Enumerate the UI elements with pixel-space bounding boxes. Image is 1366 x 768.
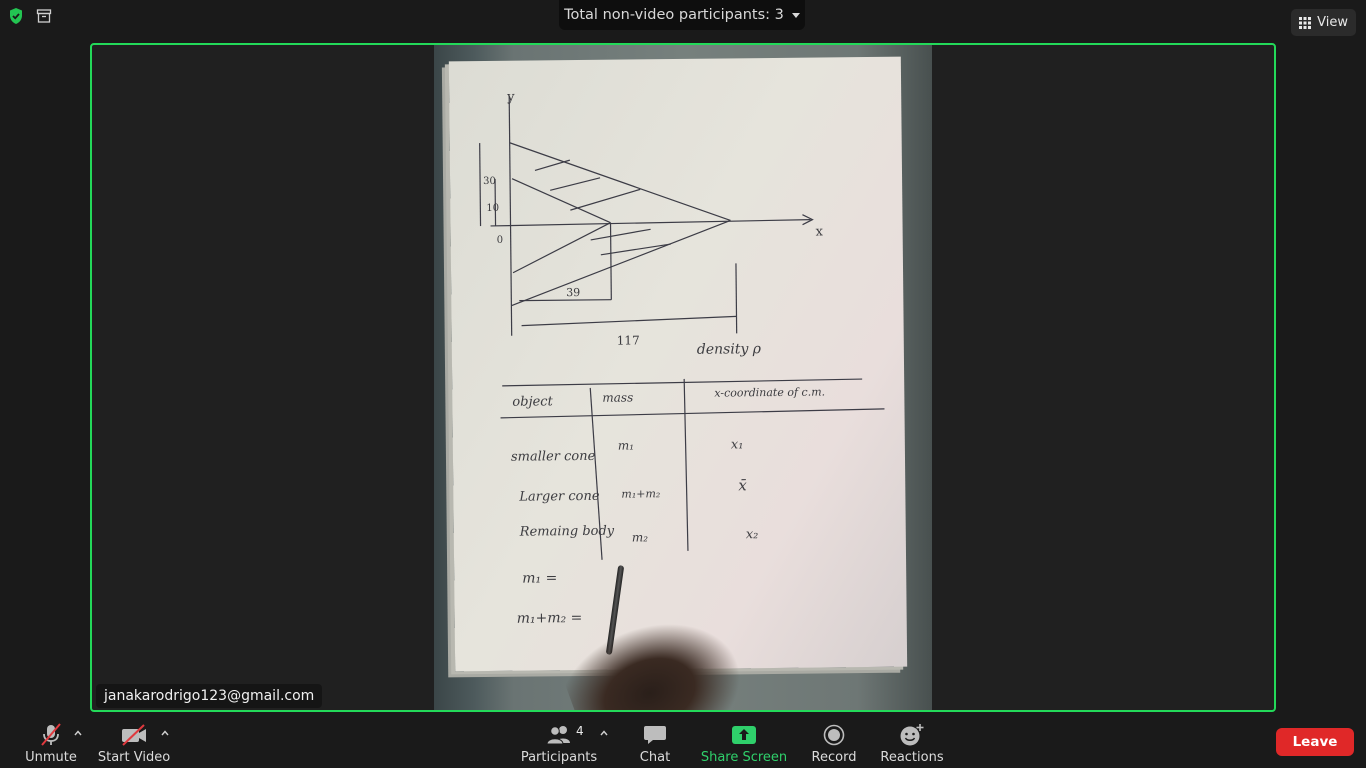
table-header-xcoord: x-coordinate of c.m. <box>714 385 825 399</box>
equation-2: m₁+m₂ = <box>517 610 583 627</box>
participants-icon: 4 <box>546 722 584 748</box>
participant-name-tag: janakarodrigo123@gmail.com <box>96 684 323 708</box>
sketch-density: density ρ <box>697 341 762 358</box>
non-video-participants-dropdown[interactable]: Total non-video participants: 3 <box>559 0 805 30</box>
video-off-icon <box>120 722 148 748</box>
table-header-object: object <box>512 394 553 409</box>
sketch-label-39: 39 <box>566 286 580 299</box>
chat-label: Chat <box>639 750 671 765</box>
table-row-2-object: Larger cone <box>518 489 600 505</box>
reactions-icon <box>899 722 925 748</box>
top-left-icons <box>6 6 54 26</box>
table-row-3-x: x₂ <box>746 527 759 542</box>
start-video-button[interactable]: Start Video <box>98 716 170 768</box>
table-row-1-mass: m₁ <box>618 438 634 452</box>
view-button[interactable]: View <box>1291 9 1356 36</box>
participants-banner-text: Total non-video participants: 3 <box>564 7 784 23</box>
share-screen-label: Share Screen <box>700 750 788 765</box>
video-options-chevron-icon[interactable] <box>160 728 170 738</box>
chat-icon <box>643 722 667 748</box>
participants-count: 4 <box>576 724 584 738</box>
sketch-label-117: 117 <box>617 333 640 347</box>
sketch-label-0: 0 <box>497 235 503 246</box>
record-button[interactable]: Record <box>810 716 858 768</box>
sketch-axis-x: x <box>816 224 824 239</box>
chat-button[interactable]: Chat <box>632 716 678 768</box>
share-screen-icon <box>731 722 757 748</box>
participants-chevron-icon[interactable] <box>599 728 609 738</box>
table-row-2-x: x̄ <box>738 476 747 494</box>
record-icon <box>823 722 845 748</box>
table-header-mass: mass <box>602 390 633 404</box>
archive-icon[interactable] <box>34 6 54 26</box>
muted-microphone-icon <box>38 722 64 748</box>
participants-button[interactable]: 4 Participants <box>521 716 597 768</box>
sketch-axis-y: y <box>506 90 515 105</box>
reactions-button[interactable]: Reactions <box>880 716 944 768</box>
equation-1: m₁ = <box>522 570 557 586</box>
reactions-label: Reactions <box>880 750 944 765</box>
start-video-label: Start Video <box>97 750 171 765</box>
table-row-3-mass: m₂ <box>632 530 649 544</box>
audio-options-chevron-icon[interactable] <box>73 728 83 738</box>
paper-sheet: y x 30 10 0 39 117 density ρ object mass… <box>448 56 908 672</box>
handwritten-sketch: y x 30 10 0 39 117 density ρ object mass… <box>479 90 885 627</box>
active-video-tile[interactable]: y x 30 10 0 39 117 density ρ object mass… <box>90 43 1276 712</box>
table-row-1-object: smaller cone <box>511 449 596 465</box>
sketch-label-10: 10 <box>486 203 499 214</box>
unmute-label: Unmute <box>25 750 77 765</box>
table-row-3-object: Remaing body <box>519 524 615 540</box>
camera-feed: y x 30 10 0 39 117 density ρ object mass… <box>434 45 932 710</box>
leave-button[interactable]: Leave <box>1276 728 1354 756</box>
sketch-label-30: 30 <box>483 176 496 187</box>
caret-down-icon <box>791 12 800 18</box>
share-screen-button[interactable]: Share Screen <box>700 716 788 768</box>
record-label: Record <box>811 750 857 765</box>
grid-icon <box>1299 16 1312 29</box>
shield-check-icon[interactable] <box>6 6 26 26</box>
participants-label: Participants <box>520 750 598 765</box>
table-row-2-mass: m₁+m₂ <box>621 487 660 500</box>
meeting-toolbar: Unmute Start Video 4 Participants Chat S… <box>0 716 1366 768</box>
table-row-1-x: x₁ <box>731 437 744 452</box>
unmute-button[interactable]: Unmute <box>24 716 78 768</box>
view-label: View <box>1317 15 1348 30</box>
